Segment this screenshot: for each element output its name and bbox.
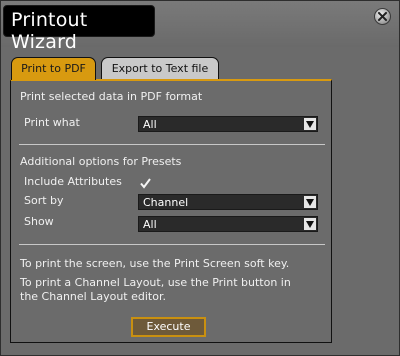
show-dropdown[interactable]: All bbox=[138, 216, 318, 232]
show-label: Show bbox=[24, 215, 54, 228]
sort-by-dropdown[interactable]: Channel bbox=[138, 194, 318, 210]
dropdown-arrow[interactable] bbox=[304, 196, 316, 208]
tab-print-to-pdf[interactable]: Print to PDF bbox=[11, 57, 96, 80]
info-channel-layout-line-1: To print a Channel Layout, use the Print… bbox=[20, 276, 291, 289]
chevron-down-icon bbox=[306, 121, 314, 128]
tab-label: Print to PDF bbox=[21, 62, 86, 75]
print-to-pdf-panel: Print selected data in PDF format Print … bbox=[10, 79, 332, 343]
title-box: Printout Wizard bbox=[3, 5, 155, 53]
show-value: All bbox=[143, 218, 157, 231]
tab-label: Export to Text file bbox=[111, 62, 209, 75]
execute-button[interactable]: Execute bbox=[131, 317, 206, 337]
chevron-down-icon bbox=[306, 199, 314, 206]
include-attributes-checkbox[interactable] bbox=[139, 175, 152, 189]
presets-heading: Additional options for Presets bbox=[20, 155, 182, 168]
tab-export-to-text-file[interactable]: Export to Text file bbox=[101, 57, 219, 79]
sort-by-value: Channel bbox=[143, 196, 189, 209]
checkmark-icon bbox=[140, 178, 151, 189]
close-button[interactable] bbox=[374, 8, 391, 25]
title-bar[interactable]: Printout Wizard bbox=[1, 1, 399, 53]
separator bbox=[19, 244, 325, 245]
sort-by-label: Sort by bbox=[24, 194, 64, 207]
panel-heading: Print selected data in PDF format bbox=[20, 90, 203, 103]
separator bbox=[19, 144, 325, 145]
print-what-dropdown[interactable]: All bbox=[138, 116, 318, 132]
info-channel-layout-line-2: the Channel Layout editor. bbox=[20, 290, 166, 303]
include-attributes-label: Include Attributes bbox=[24, 175, 122, 188]
execute-label: Execute bbox=[146, 320, 191, 333]
chevron-down-icon bbox=[306, 221, 314, 228]
dropdown-arrow[interactable] bbox=[304, 218, 316, 230]
print-what-label: Print what bbox=[24, 116, 80, 129]
print-what-value: All bbox=[143, 118, 157, 131]
dropdown-arrow[interactable] bbox=[304, 118, 316, 130]
close-icon bbox=[378, 12, 387, 21]
printout-wizard-window: Printout Wizard Print to PDF Export to T… bbox=[0, 0, 400, 356]
info-print-screen: To print the screen, use the Print Scree… bbox=[20, 257, 290, 270]
window-title: Printout Wizard bbox=[11, 9, 88, 53]
